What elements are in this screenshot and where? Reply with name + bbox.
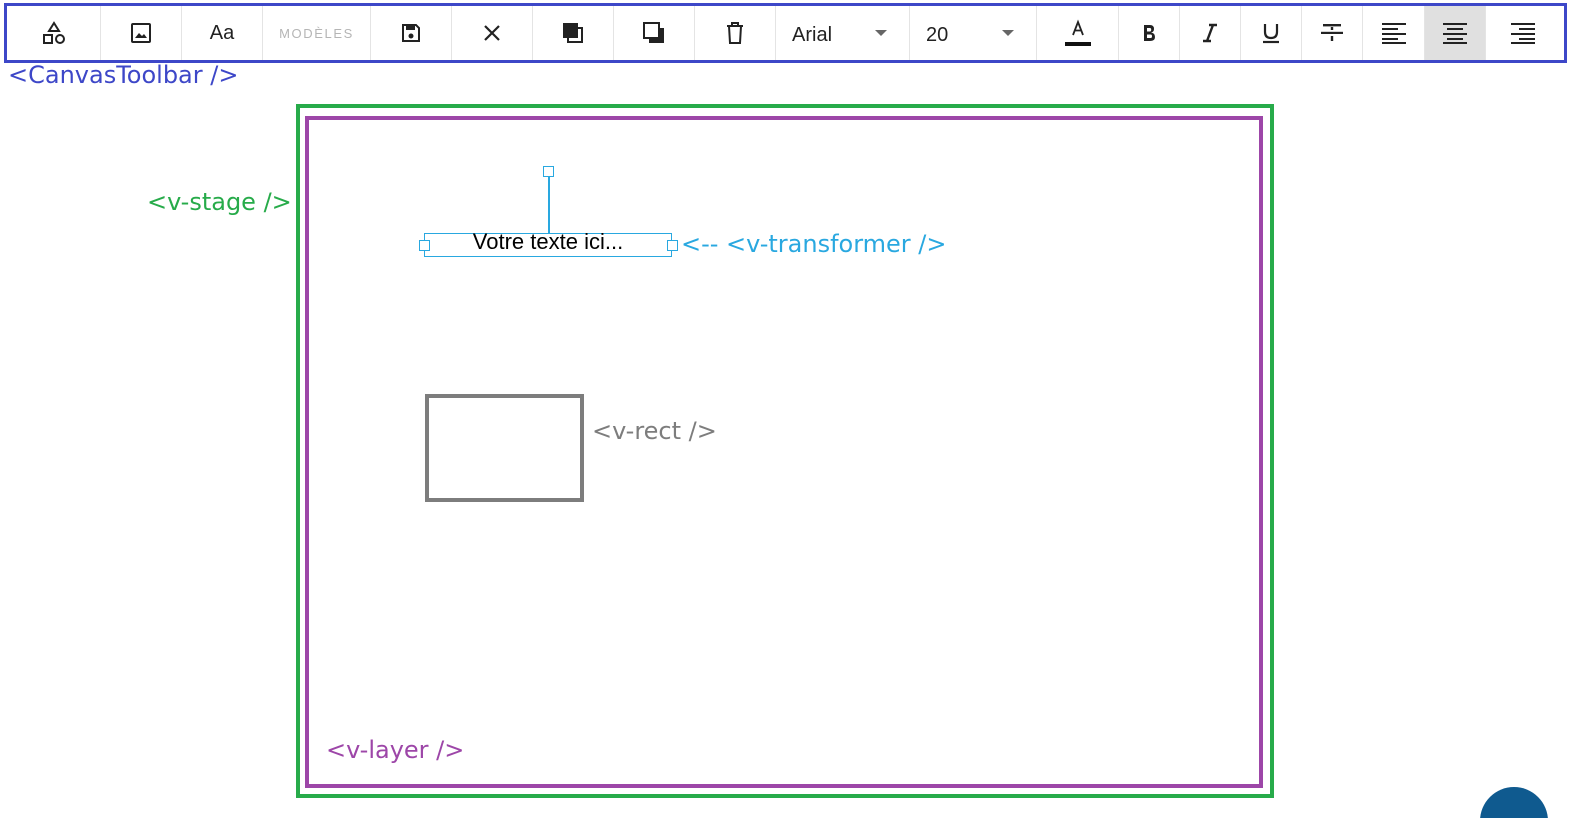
delete-icon — [727, 22, 743, 44]
image-button[interactable] — [101, 6, 182, 60]
align-right-icon — [1511, 23, 1535, 44]
bold-icon — [1144, 25, 1155, 41]
transformer-rotate-handle[interactable] — [543, 166, 554, 177]
underline-icon — [1263, 24, 1279, 44]
align-right-button[interactable] — [1486, 6, 1560, 60]
shapes-icon — [42, 21, 65, 44]
text-button[interactable]: Aa — [182, 6, 263, 60]
v-rect-shape[interactable] — [425, 394, 584, 502]
send-backward-icon — [643, 22, 664, 43]
font-color-button[interactable] — [1037, 6, 1119, 60]
canvas-toolbar: Aa MODÈLES Arial 20 — [4, 3, 1567, 63]
save-icon — [402, 24, 420, 42]
strikethrough-icon — [1321, 24, 1343, 41]
shapes-button[interactable] — [7, 6, 101, 60]
canvas-text-node[interactable]: Votre texte ici... — [424, 229, 672, 255]
bring-forward-icon — [563, 23, 583, 43]
font-color-icon — [1064, 19, 1091, 46]
align-center-icon — [1443, 23, 1467, 44]
page: Aa MODÈLES Arial 20 <CanvasToolbar /> <v… — [0, 0, 1577, 818]
bold-button[interactable] — [1119, 6, 1180, 60]
close-icon — [484, 25, 500, 41]
save-button[interactable] — [371, 6, 452, 60]
font-size-value: 20 — [926, 23, 949, 46]
modeles-button[interactable]: MODÈLES — [263, 6, 371, 60]
transformer-rotation-line — [548, 176, 550, 233]
strikethrough-button[interactable] — [1302, 6, 1363, 60]
font-size-select[interactable]: 20 — [910, 6, 1037, 60]
image-icon — [131, 23, 151, 43]
font-family-value: Arial — [792, 23, 833, 46]
text-icon: Aa — [209, 21, 235, 44]
chevron-down-icon — [1002, 30, 1014, 36]
delete-button[interactable] — [695, 6, 776, 60]
floating-action-button[interactable] — [1480, 787, 1548, 818]
modeles-label: MODÈLES — [279, 25, 354, 41]
font-family-select[interactable]: Arial — [776, 6, 910, 60]
bring-forward-button[interactable] — [533, 6, 614, 60]
align-left-icon — [1381, 23, 1406, 44]
italic-button[interactable] — [1180, 6, 1241, 60]
v-layer-label: <v-layer /> — [326, 736, 465, 764]
align-center-button[interactable] — [1425, 6, 1486, 60]
underline-button[interactable] — [1241, 6, 1302, 60]
v-stage-label: <v-stage /> — [147, 188, 292, 216]
align-left-button[interactable] — [1363, 6, 1425, 60]
close-button[interactable] — [452, 6, 533, 60]
chevron-down-icon — [875, 30, 887, 36]
italic-icon — [1203, 23, 1217, 43]
send-backward-button[interactable] — [614, 6, 695, 60]
canvas-toolbar-label: <CanvasToolbar /> — [8, 61, 239, 89]
v-rect-label: <v-rect /> — [592, 417, 717, 445]
v-transformer-label: <-- <v-transformer /> — [681, 230, 947, 258]
